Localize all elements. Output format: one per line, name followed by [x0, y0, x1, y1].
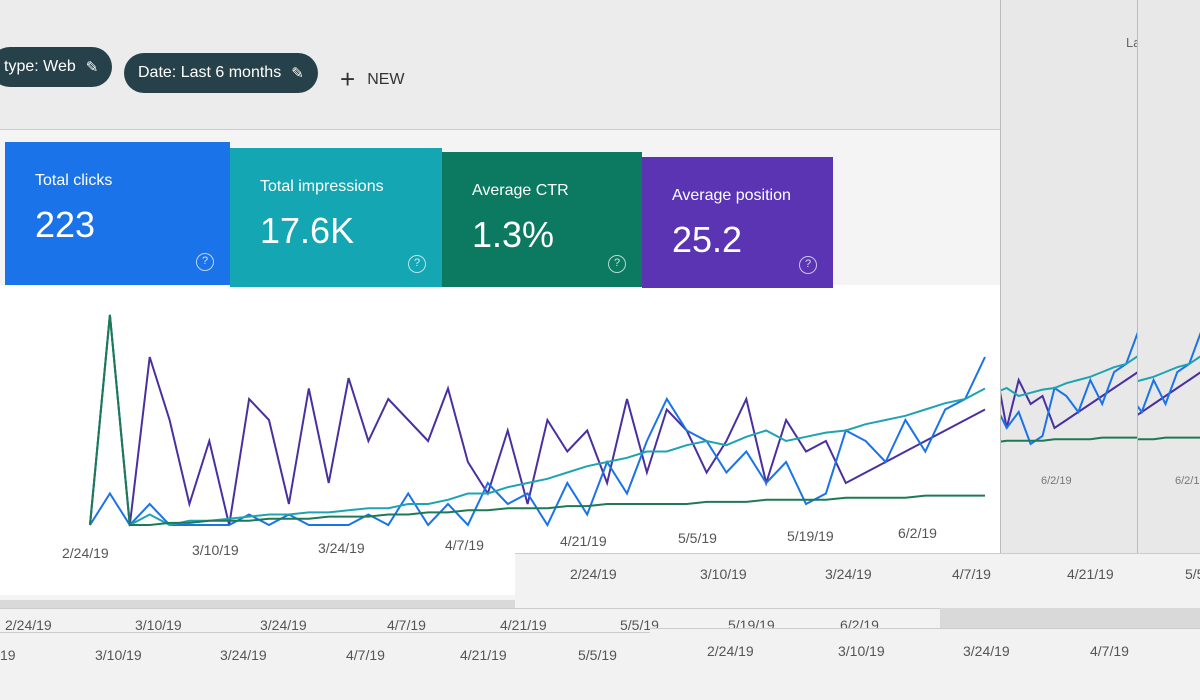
- axis-strip-c: 19 3/10/19 3/24/19 4/7/19 4/21/19 5/5/19: [0, 632, 650, 700]
- side-panel-2: 6/2/19: [1137, 0, 1200, 560]
- x-tick-label: 5/19/19: [787, 528, 834, 544]
- axis-strip-a: 2/24/19 3/10/19 3/24/19 4/7/19 4/21/19 5/5: [515, 553, 1200, 608]
- side-chart-2: [1138, 331, 1200, 441]
- axis-tick-label: 4/21/19: [500, 617, 547, 633]
- series-line-0: [89, 314, 986, 526]
- axis-tick-label: 3/10/19: [95, 647, 142, 663]
- series-line-0: [1001, 371, 1138, 430]
- side-date: 6/2/19: [1041, 475, 1072, 487]
- axis-tick-label: 5/5: [1185, 566, 1200, 582]
- axis-tick-label: 2/24/19: [707, 643, 754, 659]
- performance-chart: [89, 314, 986, 528]
- axis-tick-label: 4/7/19: [387, 617, 426, 633]
- axis-tick-label: 3/10/19: [135, 617, 182, 633]
- search-console-panel: type: Web ✎ Date: Last 6 months ✎ + NEW Tot…: [0, 0, 1000, 600]
- axis-tick-label: 5/5/19: [578, 647, 617, 663]
- axis-tick-label: 3/24/19: [825, 566, 872, 582]
- x-tick-label: 3/10/19: [192, 542, 239, 558]
- axis-tick-label: 19: [0, 647, 16, 663]
- series-line-1: [1138, 331, 1200, 415]
- axis-tick-label: 3/24/19: [220, 647, 267, 663]
- x-tick-label: 2/24/19: [62, 545, 109, 561]
- series-line-0: [1138, 371, 1200, 416]
- axis-tick-label: 4/21/19: [1067, 566, 1114, 582]
- series-line-3: [1001, 436, 1138, 443]
- x-tick-label: 4/21/19: [560, 533, 607, 549]
- axis-tick-label: 4/7/19: [346, 647, 385, 663]
- x-tick-label: 4/7/19: [445, 537, 484, 553]
- series-line-2: [1001, 355, 1138, 398]
- axis-strip-d: 2/24/19 3/10/19 3/24/19 4/7/19: [650, 628, 1200, 700]
- x-tick-label: 6/2/19: [898, 525, 937, 541]
- series-line-3: [89, 314, 985, 526]
- axis-tick-label: 3/10/19: [700, 566, 747, 582]
- axis-tick-label: 3/10/19: [838, 643, 885, 659]
- x-tick-label: 3/24/19: [318, 540, 365, 556]
- axis-tick-label: 2/24/19: [5, 617, 52, 633]
- side-panel-1: La 6/2/19: [1000, 0, 1140, 560]
- axis-tick-label: 3/24/19: [963, 643, 1010, 659]
- axis-tick-label: 4/21/19: [460, 647, 507, 663]
- side-chart-1: [1001, 331, 1138, 446]
- axis-tick-label: 4/7/19: [952, 566, 991, 582]
- x-tick-label: 5/5/19: [678, 530, 717, 546]
- series-line-2: [89, 314, 986, 527]
- side-date: 6/2/19: [1175, 475, 1200, 487]
- axis-tick-label: 4/7/19: [1090, 643, 1129, 659]
- axis-tick-label: 3/24/19: [260, 617, 307, 633]
- axis-tick-label: 2/24/19: [570, 566, 617, 582]
